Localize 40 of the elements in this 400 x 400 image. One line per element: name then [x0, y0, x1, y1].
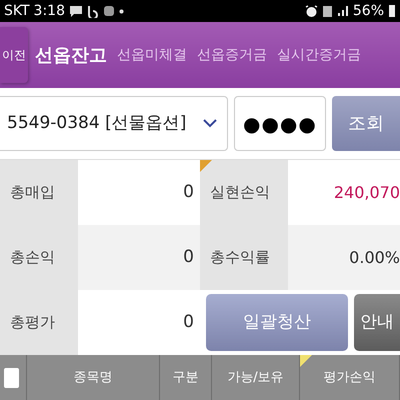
column-header: 가능/보유	[227, 368, 284, 387]
summary-label: 실현손익	[210, 182, 270, 204]
battery-text: 56%	[352, 2, 384, 20]
tab[interactable]: 선옵증거금	[194, 44, 270, 66]
search-button[interactable]: 조회	[332, 96, 400, 151]
tab[interactable]: 실시간증거금	[274, 44, 364, 66]
summary-value: 0	[182, 180, 195, 204]
alarm-icon	[304, 4, 318, 18]
summary-label: 총평가	[0, 290, 78, 355]
summary-label: 총수익률	[210, 247, 270, 268]
account-select[interactable]: 5549-0384 [선물옵션]	[0, 96, 228, 151]
info-button[interactable]: 안내	[354, 294, 400, 351]
network-icon	[322, 4, 333, 18]
summary-value: 0.00%	[288, 225, 400, 290]
column-header: 구분	[172, 368, 198, 387]
column-header: 평가손익	[324, 368, 376, 387]
chat-icon	[69, 5, 83, 17]
chevron-down-icon	[203, 119, 217, 128]
clock-text: 3:18	[34, 2, 65, 20]
notification-dot-icon	[119, 8, 124, 14]
corner-marker-icon	[300, 355, 312, 367]
back-button[interactable]: 이전	[0, 27, 28, 83]
summary-value: 0	[78, 225, 200, 290]
corner-marker-icon	[200, 160, 212, 172]
tab[interactable]: 선옵잔고	[32, 42, 110, 68]
summary-label: 총매입	[0, 160, 78, 225]
app-icon	[87, 4, 99, 18]
app-icon	[103, 5, 115, 17]
tab[interactable]: 선옵미체결	[114, 44, 190, 66]
summary-value: 240,070	[332, 182, 400, 204]
password-field[interactable]: ●●●●	[234, 96, 326, 151]
battery-icon	[388, 4, 396, 18]
summary-value: 0	[182, 310, 195, 334]
signal-icon	[336, 5, 349, 17]
liquidate-button[interactable]: 일괄청산	[206, 294, 348, 351]
checkbox[interactable]	[4, 368, 18, 388]
summary-label: 총손익	[0, 225, 78, 290]
carrier-text: SKT	[4, 2, 30, 20]
account-text: 5549-0384 [선물옵션]	[7, 112, 186, 135]
column-header: 종목명	[74, 368, 112, 387]
